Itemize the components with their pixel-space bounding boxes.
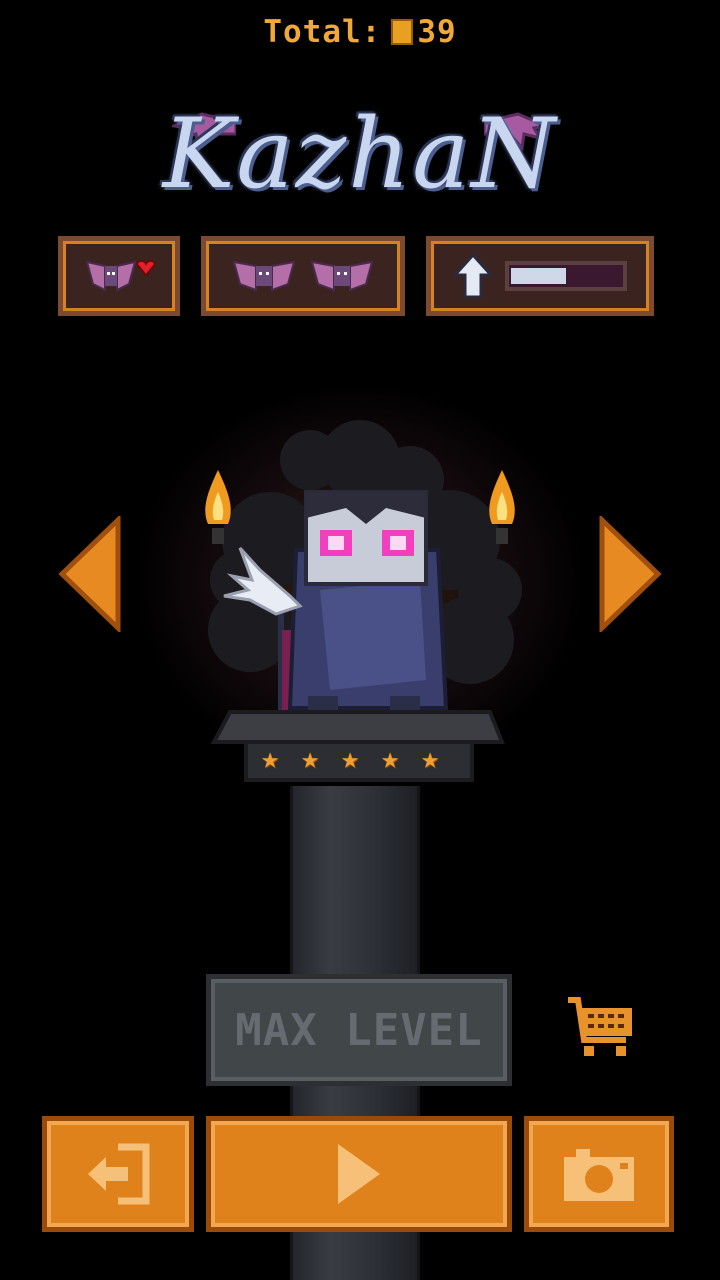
star-icon: ★	[380, 741, 400, 776]
stat-panel-bats	[201, 236, 405, 316]
character-scene	[205, 420, 522, 782]
stat-panel-health	[58, 236, 180, 316]
coin-icon	[391, 19, 414, 45]
exit-button[interactable]	[42, 1116, 194, 1232]
upgrade-progress-bar	[505, 261, 627, 291]
screenshot-button[interactable]	[524, 1116, 674, 1232]
total-value: 39	[417, 14, 457, 50]
total-coins: Total: 39	[0, 14, 720, 50]
bat-icon	[310, 260, 374, 292]
star-icon: ★	[260, 741, 280, 776]
shop-cart-icon[interactable]	[564, 994, 636, 1062]
play-icon	[338, 1144, 380, 1204]
play-button[interactable]	[206, 1116, 512, 1232]
star-rating: ★ ★ ★ ★ ★	[250, 741, 470, 776]
pedestal-top	[210, 710, 505, 744]
arrow-up-icon	[453, 253, 493, 299]
bat-icon	[232, 260, 296, 292]
camera-icon	[564, 1149, 634, 1201]
star-icon: ★	[300, 741, 320, 776]
next-character-arrow[interactable]	[598, 516, 662, 632]
star-icon: ★	[340, 741, 360, 776]
max-level-button[interactable]: MAX LEVEL	[206, 974, 512, 1086]
upgrade-progress-fill	[511, 268, 566, 284]
total-label: Total:	[263, 14, 382, 50]
star-icon: ★	[420, 741, 440, 776]
character-name: KazhaN	[162, 98, 558, 210]
prev-character-arrow[interactable]	[58, 516, 122, 632]
exit-icon	[88, 1143, 150, 1205]
bat-heart-icon	[85, 260, 155, 292]
stat-panel-upgrade	[426, 236, 654, 316]
